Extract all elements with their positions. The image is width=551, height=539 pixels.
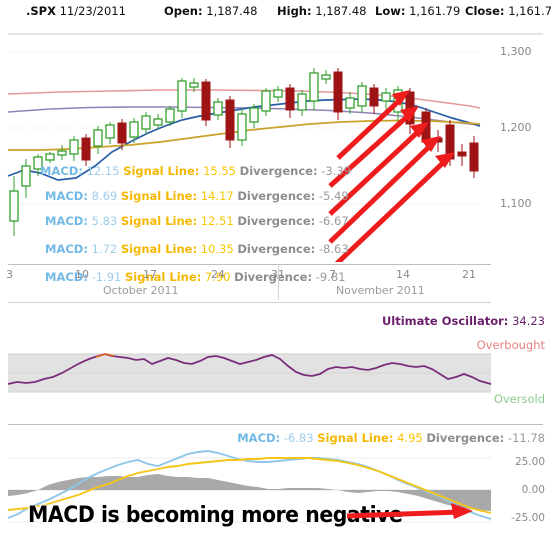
axis-bottom-rule xyxy=(8,302,491,303)
close-value: 1,161.79 xyxy=(508,4,551,18)
month-label-november: November 2011 xyxy=(336,284,425,297)
divergence-label: Divergence: xyxy=(239,164,318,178)
macd-value: 5.83 xyxy=(91,214,118,228)
macd-label: MACD: xyxy=(45,242,88,256)
axis-top-rule xyxy=(8,264,491,265)
divergence-label: Divergence: xyxy=(237,242,316,256)
signal-label: Signal Line: xyxy=(120,189,198,203)
annotation-arrow-bottom xyxy=(346,503,473,519)
symbol-and-date: .SPX 11/23/2011 xyxy=(26,4,126,18)
macd-value: 12.15 xyxy=(86,164,120,178)
divergence-label: Divergence: xyxy=(237,214,316,228)
low-label: Low: xyxy=(375,4,406,18)
date-tick-oct-31: 31 xyxy=(271,268,285,281)
close-label: Close: xyxy=(465,4,505,18)
date-tick-oct-10: 10 xyxy=(75,268,89,281)
divergence-label: Divergence: xyxy=(237,189,316,203)
macd-overlay-row-3: MACD: 5.83 Signal Line: 12.51 Divergence… xyxy=(45,214,349,228)
signal-label: Signal Line: xyxy=(120,242,198,256)
date-tick-oct-3: 3 xyxy=(6,268,13,281)
month-label-october: October 2011 xyxy=(103,284,179,297)
open-label: Open: xyxy=(164,4,203,18)
signal-value: 14.17 xyxy=(200,189,234,203)
stock-chart-screenshot: .SPX 11/23/2011 Open: 1,187.48 High: 1,1… xyxy=(0,0,551,539)
macd-overlay-row-4: MACD: 1.72 Signal Line: 10.35 Divergence… xyxy=(45,242,349,256)
divergence-value: -5.49 xyxy=(318,189,349,203)
symbol-label: .SPX xyxy=(26,4,56,18)
price-chart-panel: 1,300 1,200 1,100 MACD: 12.15 Signal Lin… xyxy=(0,26,551,284)
price-y-tick-1300: 1,300 xyxy=(500,45,532,58)
date-tick-oct-24: 24 xyxy=(211,268,225,281)
oversold-label: Oversold xyxy=(493,392,545,406)
high-field: High: 1,187.48 xyxy=(277,4,366,18)
signal-label: Signal Line: xyxy=(123,164,200,178)
signal-label: Signal Line: xyxy=(120,214,198,228)
macd-value: 8.69 xyxy=(91,189,118,203)
open-field: Open: 1,187.48 xyxy=(164,4,257,18)
macd-overlay-row-1: MACD: 12.15 Signal Line: 15.55 Divergenc… xyxy=(40,164,351,178)
signal-value: 15.55 xyxy=(203,164,236,178)
low-field: Low: 1,161.79 xyxy=(375,4,460,18)
date-tick-nov-7: 7 xyxy=(329,268,336,281)
quote-date: 11/23/2011 xyxy=(59,4,126,18)
macd-label: MACD: xyxy=(45,189,88,203)
ultimate-oscillator-panel: Ultimate Oscillator: 34.23 Overbought Ov… xyxy=(0,308,551,422)
date-axis: 3 10 17 24 31 7 14 21 October 2011 Novem… xyxy=(0,262,551,308)
macd-y-tick-neg25: -25.00 xyxy=(511,512,545,524)
macd-y-tick-0: 0.00 xyxy=(521,484,545,496)
divergence-value: -3.39 xyxy=(321,164,351,178)
macd-label: MACD: xyxy=(40,164,83,178)
price-y-tick-1100: 1,100 xyxy=(500,197,532,210)
date-tick-nov-21: 21 xyxy=(462,268,476,281)
high-value: 1,187.48 xyxy=(315,4,367,18)
macd-value: 1.72 xyxy=(91,242,118,256)
divergence-value: -8.63 xyxy=(318,242,349,256)
overbought-label: Overbought xyxy=(476,338,545,352)
signal-value: 12.51 xyxy=(200,214,234,228)
divergence-value: -6.67 xyxy=(318,214,349,228)
open-value: 1,187.48 xyxy=(206,4,258,18)
low-value: 1,161.79 xyxy=(409,4,461,18)
macd-overlay-row-2: MACD: 8.69 Signal Line: 14.17 Divergence… xyxy=(45,189,349,203)
close-field: Close: 1,161.79 xyxy=(465,4,551,18)
macd-label: MACD: xyxy=(45,214,88,228)
price-y-tick-1200: 1,200 xyxy=(500,121,532,134)
quote-header-bar: .SPX 11/23/2011 Open: 1,187.48 High: 1,1… xyxy=(0,0,551,26)
signal-value: 10.35 xyxy=(200,242,234,256)
ultimate-oscillator-plot xyxy=(7,353,492,393)
high-label: High: xyxy=(277,4,312,18)
date-tick-nov-14: 14 xyxy=(396,268,410,281)
macd-y-tick-25: 25.00 xyxy=(514,456,545,468)
date-tick-oct-17: 17 xyxy=(143,268,157,281)
